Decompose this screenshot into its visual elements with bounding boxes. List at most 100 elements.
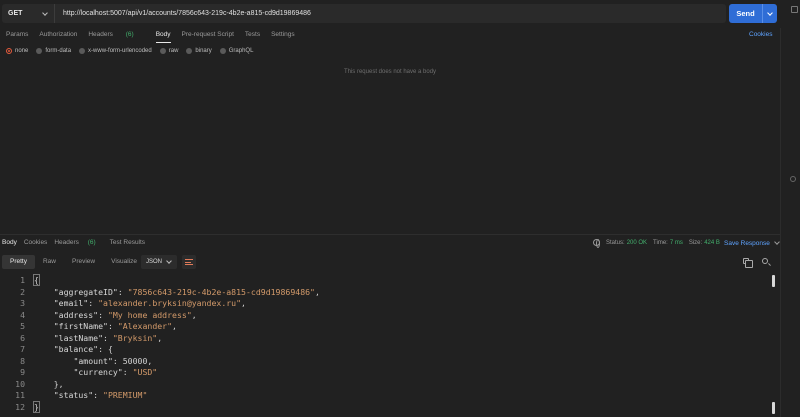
view-tab-raw[interactable]: Raw: [35, 255, 64, 269]
radio-label: GraphQL: [228, 48, 254, 54]
line-number: 12: [15, 401, 25, 412]
select-icon[interactable]: [791, 6, 798, 13]
code-text: "aggregateID": "7856c643-219c-4b2e-a815-…: [53, 286, 320, 297]
radio-binary[interactable]: binary: [186, 48, 212, 54]
response-tabs: Body Cookies Headers (6) Test Results: [2, 239, 152, 246]
tab-headers-label: Headers: [88, 31, 113, 38]
code-line: 2 "aggregateID": "7856c643-219c-4b2e-a81…: [0, 287, 775, 299]
code-line: 1{: [0, 274, 775, 287]
send-button[interactable]: Send: [729, 4, 777, 23]
code-line: 7 "balance": {: [0, 344, 775, 356]
send-label: Send: [736, 9, 755, 18]
radio-urlencoded[interactable]: x-www-form-urlencoded: [79, 48, 152, 54]
send-options-button[interactable]: [762, 4, 777, 23]
response-tab-headers[interactable]: Headers (6): [54, 239, 102, 246]
response-tab-body[interactable]: Body: [2, 239, 17, 246]
radio-dot: [6, 48, 12, 54]
tab-authorization[interactable]: Authorization: [39, 31, 77, 38]
code-line: 11 "status": "PREMIUM": [0, 390, 775, 402]
radio-label: x-www-form-urlencoded: [88, 48, 152, 54]
tab-settings[interactable]: Settings: [271, 31, 295, 38]
code-line: 4 "address": "My home address",: [0, 310, 775, 322]
scrollbar-thumb[interactable]: [772, 275, 775, 287]
body-type-radios: none form-data x-www-form-urlencoded raw…: [6, 48, 261, 54]
radio-none[interactable]: none: [6, 48, 28, 54]
code-text: "firstName": "Alexander",: [53, 321, 177, 331]
no-body-message: This request does not have a body: [343, 69, 437, 75]
headers-count: (6): [125, 31, 134, 38]
globe-icon[interactable]: [593, 239, 600, 248]
radio-dot: [186, 48, 193, 54]
pane-divider[interactable]: [0, 234, 780, 235]
code-text: }: [33, 400, 40, 413]
response-tab-headers-label: Headers: [54, 239, 79, 246]
copy-icon[interactable]: [743, 258, 753, 268]
line-number: 3: [20, 298, 25, 308]
size-label: Size:: [688, 239, 703, 246]
response-body-editor[interactable]: 1{2 "aggregateID": "7856c643-219c-4b2e-a…: [0, 274, 775, 413]
format-select[interactable]: JSON: [141, 255, 177, 269]
code-line: 6 "lastName": "Bryksin",: [0, 333, 775, 345]
radio-dot: [36, 48, 43, 54]
code-text: "status": "PREMIUM": [53, 390, 148, 400]
wrap-icon-line: [185, 261, 191, 263]
wrap-icon-line: [185, 259, 193, 260]
code-line: 10 },: [0, 379, 775, 391]
size-value[interactable]: 424 B: [704, 240, 720, 246]
code-line: 5 "firstName": "Alexander",: [0, 321, 775, 333]
status-value[interactable]: 200 OK: [627, 240, 647, 246]
save-response-label: Save Response: [724, 239, 770, 247]
radio-dot: [159, 48, 166, 54]
method-label: GET: [8, 10, 23, 17]
tab-headers[interactable]: Headers (6): [88, 31, 144, 38]
cookies-link[interactable]: Cookies: [749, 31, 772, 38]
code-text: {: [33, 274, 40, 286]
format-label: JSON: [146, 259, 163, 265]
url-input[interactable]: http://localhost:5007/api/v1/accounts/78…: [55, 10, 311, 17]
code-line: 8 "amount": 50000,: [0, 356, 775, 368]
wrap-lines-button[interactable]: [182, 255, 196, 269]
tab-body[interactable]: Body: [155, 31, 171, 43]
request-tabs: Params Authorization Headers (6) Body Pr…: [6, 31, 306, 43]
response-headers-count: (6): [87, 239, 96, 246]
code-text: "email": "alexander.bryksin@yandex.ru",: [53, 298, 246, 308]
tab-prerequest-script[interactable]: Pre-request Script: [182, 31, 234, 38]
tab-params[interactable]: Params: [6, 31, 28, 38]
time-label: Time:: [653, 239, 668, 246]
radio-raw[interactable]: raw: [159, 48, 178, 54]
code-text: "balance": {: [53, 344, 113, 354]
settings-icon[interactable]: [790, 176, 796, 182]
radio-dot: [79, 48, 86, 54]
right-sidebar-rail: [780, 28, 800, 417]
save-response-button[interactable]: Save Response: [724, 239, 781, 247]
line-number: 2: [20, 286, 25, 297]
code-text: "currency": "USD": [73, 367, 158, 377]
radio-dot: [219, 48, 226, 54]
line-number: 1: [20, 275, 25, 285]
code-text: "lastName": "Bryksin",: [53, 332, 163, 343]
line-number: 6: [20, 332, 25, 343]
line-number: 11: [15, 390, 25, 400]
line-number: 9: [20, 367, 25, 377]
line-number: 4: [20, 309, 25, 320]
view-tab-preview[interactable]: Preview: [64, 255, 103, 269]
code-line: 9 "currency": "USD": [0, 367, 775, 379]
wrap-icon-line: [185, 264, 193, 265]
radio-form-data[interactable]: form-data: [36, 48, 71, 54]
view-tab-visualize[interactable]: Visualize: [103, 255, 145, 269]
view-tab-pretty[interactable]: Pretty: [2, 255, 35, 269]
search-icon[interactable]: [762, 258, 768, 264]
scrollbar-thumb[interactable]: [772, 402, 775, 414]
tab-tests[interactable]: Tests: [245, 31, 260, 38]
response-tab-test-results[interactable]: Test Results: [110, 239, 145, 246]
radio-graphql[interactable]: GraphQL: [219, 48, 254, 54]
time-value[interactable]: 7 ms: [670, 240, 683, 246]
request-url-bar: GET http://localhost:5007/api/v1/account…: [2, 4, 726, 23]
code-text: "address": "My home address",: [53, 309, 197, 320]
response-tab-cookies[interactable]: Cookies: [24, 239, 47, 246]
chevron-down-icon: [165, 258, 173, 266]
chevron-down-icon: [41, 10, 49, 18]
chevron-down-icon: [766, 10, 774, 18]
response-meta: Status: 200 OK Time: 7 ms Size: 424 B: [593, 239, 726, 248]
method-select[interactable]: GET: [2, 4, 55, 23]
